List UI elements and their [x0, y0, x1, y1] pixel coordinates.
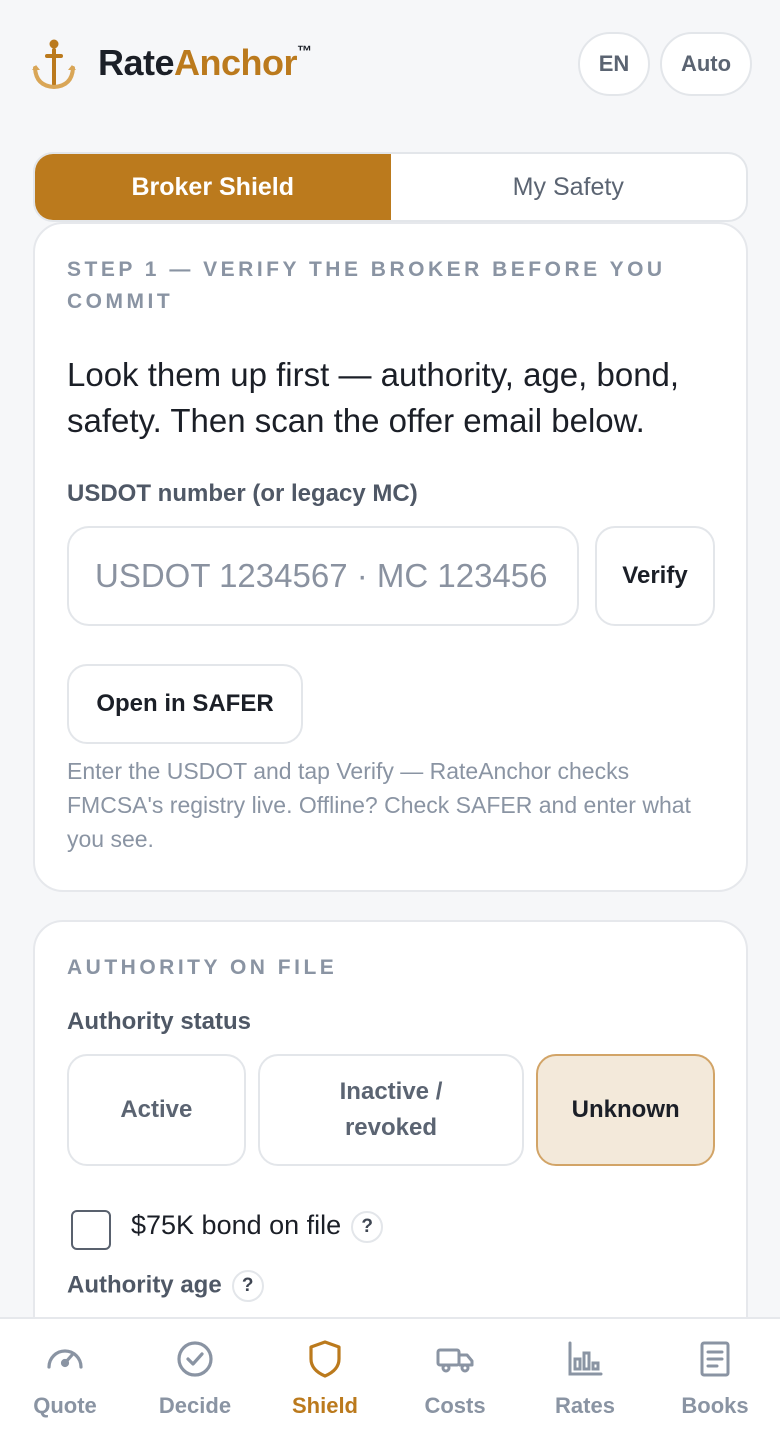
mode-segmented-control: Broker Shield My Safety [33, 152, 748, 222]
nav-label: Quote [33, 1393, 97, 1418]
step-lead-text: Look them up first — authority, age, bon… [67, 356, 680, 439]
tab-broker-shield[interactable]: Broker Shield [35, 154, 391, 220]
nav-label: Books [681, 1393, 749, 1418]
shield-icon [309, 1340, 341, 1378]
nav-label: Shield [291, 1393, 358, 1418]
open-safer-button[interactable]: Open in SAFER [67, 664, 303, 744]
bond-checkbox[interactable] [71, 1210, 111, 1250]
verify-broker-card: STEP 1 — VERIFY THE BROKER BEFORE YOU CO… [33, 222, 748, 892]
check-circle-icon [177, 1341, 213, 1377]
nav-costs[interactable]: Costs [390, 1319, 520, 1440]
app-header: RateAnchor™ EN Auto [0, 0, 780, 130]
bond-label: $75K bond on file? [131, 1210, 384, 1243]
nav-shield[interactable]: Shield [260, 1319, 390, 1440]
brand-name: RateAnchor™ [98, 42, 312, 83]
document-icon [700, 1341, 730, 1377]
bar-chart-icon [568, 1341, 603, 1376]
usdot-field-label: USDOT number (or legacy MC) [67, 480, 418, 507]
theme-toggle[interactable]: Auto [660, 32, 752, 96]
step-eyebrow: STEP 1 — VERIFY THE BROKER BEFORE YOU CO… [67, 258, 666, 313]
verify-button[interactable]: Verify [595, 526, 715, 626]
authority-status-label: Authority status [67, 1008, 252, 1035]
authority-age-label: Authority age? [67, 1270, 264, 1302]
status-option-active[interactable]: Active [67, 1054, 246, 1166]
bond-help-icon[interactable]: ? [351, 1210, 384, 1243]
nav-books[interactable]: Books [650, 1319, 780, 1440]
tab-my-safety[interactable]: My Safety [391, 154, 747, 220]
nav-rates[interactable]: Rates [520, 1319, 650, 1440]
nav-quote[interactable]: Quote [0, 1319, 130, 1440]
status-option-inactive[interactable]: Inactive / revoked [257, 1054, 525, 1166]
authority-eyebrow: AUTHORITY ON FILE [67, 956, 338, 979]
language-toggle[interactable]: EN [578, 32, 650, 96]
truck-icon [436, 1348, 474, 1373]
status-option-unknown[interactable]: Unknown [536, 1054, 716, 1166]
anchor-icon [32, 39, 76, 90]
nav-label: Costs [424, 1393, 486, 1418]
bottom-navigation: Quote Decide Shield Costs Rates Books [0, 1317, 780, 1440]
nav-label: Rates [555, 1393, 615, 1418]
authority-status-options: Active Inactive / revoked Unknown [67, 1054, 716, 1166]
nav-label: Decide [158, 1393, 232, 1418]
usdot-input[interactable]: USDOT 1234567 · MC 123456 [67, 526, 579, 626]
speedometer-icon [47, 1349, 83, 1369]
verify-hint: Enter the USDOT and tap Verify — RateAnc… [67, 758, 691, 852]
age-help-icon[interactable]: ? [231, 1270, 264, 1302]
nav-decide[interactable]: Decide [130, 1319, 260, 1440]
